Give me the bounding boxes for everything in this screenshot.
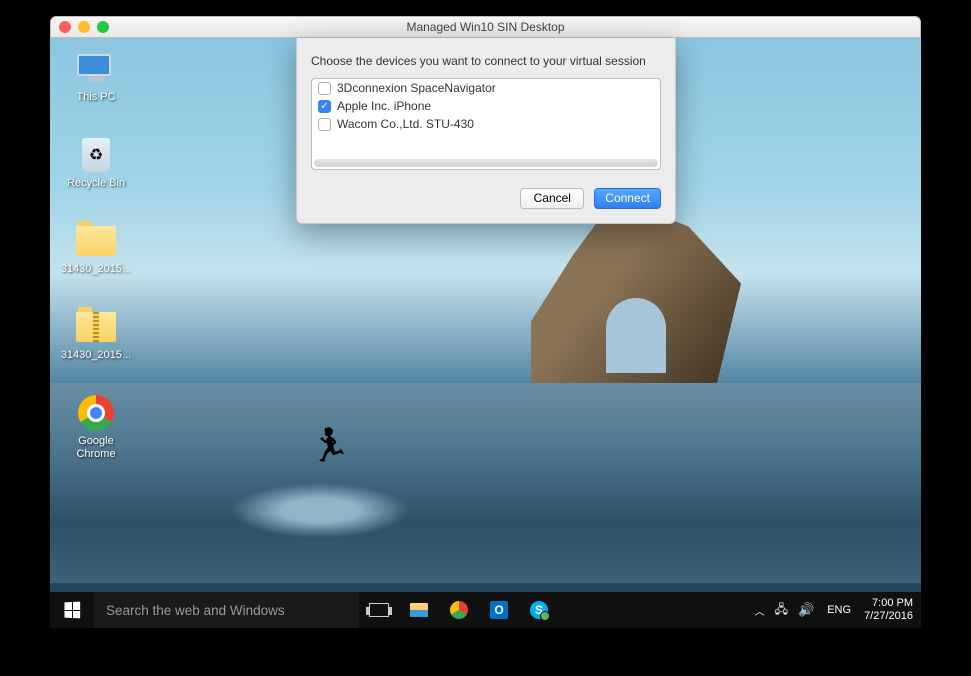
device-row[interactable]: 3Dconnexion SpaceNavigator xyxy=(312,79,660,97)
desktop-icon-grid: This PC ♻ Recycle Bin 31430_2015... 3143… xyxy=(58,50,134,480)
device-row[interactable]: Wacom Co.,Ltd. STU-430 xyxy=(312,115,660,133)
horizontal-scrollbar[interactable] xyxy=(314,159,658,167)
dialog-button-row: Cancel Connect xyxy=(311,188,661,209)
computer-icon xyxy=(76,50,116,88)
cortana-search-box[interactable]: Search the web and Windows xyxy=(94,592,359,628)
date-label: 7/27/2016 xyxy=(864,610,913,623)
device-connection-dialog: Choose the devices you want to connect t… xyxy=(296,38,676,224)
clock[interactable]: 7:00 PM 7/27/2016 xyxy=(864,597,913,623)
folder-icon xyxy=(76,222,116,260)
outlook-icon: O xyxy=(490,601,508,619)
skype-taskbar-button[interactable]: S xyxy=(519,592,559,628)
system-tray: ︿ 🖧 🔊 ENG 7:00 PM 7/27/2016 xyxy=(755,597,921,623)
connect-button[interactable]: Connect xyxy=(594,188,661,209)
wallpaper-beach xyxy=(50,383,921,583)
checkbox-icon[interactable] xyxy=(318,82,331,95)
start-button[interactable] xyxy=(50,592,94,628)
device-list[interactable]: 3Dconnexion SpaceNavigator ✓ Apple Inc. … xyxy=(311,78,661,170)
file-explorer-button[interactable] xyxy=(399,592,439,628)
checkbox-icon[interactable]: ✓ xyxy=(318,100,331,113)
time-label: 7:00 PM xyxy=(864,597,913,610)
this-pc-icon[interactable]: This PC xyxy=(58,50,134,122)
skype-icon: S xyxy=(530,601,548,619)
task-view-button[interactable] xyxy=(359,592,399,628)
recycle-bin-icon[interactable]: ♻ Recycle Bin xyxy=(58,136,134,208)
search-placeholder: Search the web and Windows xyxy=(106,603,285,618)
network-icon[interactable]: 🖧 xyxy=(775,600,788,621)
zip-folder-icon xyxy=(76,308,116,346)
language-indicator[interactable]: ENG xyxy=(824,604,854,616)
folder-2-icon[interactable]: 31430_2015... xyxy=(58,308,134,380)
dialog-prompt: Choose the devices you want to connect t… xyxy=(311,54,661,68)
icon-label: This PC xyxy=(76,91,115,104)
tray-overflow-icon[interactable]: ︿ xyxy=(755,603,765,618)
chrome-shortcut-icon[interactable]: Google Chrome xyxy=(58,394,134,466)
trash-icon: ♻ xyxy=(76,136,116,174)
device-row[interactable]: ✓ Apple Inc. iPhone xyxy=(312,97,660,115)
device-name: 3Dconnexion SpaceNavigator xyxy=(337,81,496,95)
window-title: Managed Win10 SIN Desktop xyxy=(51,20,920,34)
wallpaper-runner xyxy=(310,426,340,466)
windows-logo-icon xyxy=(64,602,80,619)
mac-window-titlebar: Managed Win10 SIN Desktop xyxy=(50,16,921,38)
chrome-icon xyxy=(76,394,116,432)
checkbox-icon[interactable] xyxy=(318,118,331,131)
chrome-taskbar-button[interactable] xyxy=(439,592,479,628)
file-explorer-icon xyxy=(410,603,428,617)
icon-label: Recycle Bin xyxy=(67,177,125,190)
cancel-button[interactable]: Cancel xyxy=(520,188,584,209)
volume-icon[interactable]: 🔊 xyxy=(798,602,814,618)
wallpaper-arch xyxy=(606,298,666,373)
folder-1-icon[interactable]: 31430_2015... xyxy=(58,222,134,294)
device-name: Wacom Co.,Ltd. STU-430 xyxy=(337,117,474,131)
wallpaper-reflection xyxy=(230,483,410,538)
outlook-taskbar-button[interactable]: O xyxy=(479,592,519,628)
device-name: Apple Inc. iPhone xyxy=(337,99,431,113)
windows-taskbar: Search the web and Windows O S ︿ 🖧 🔊 ENG… xyxy=(50,592,921,628)
icon-label: 31430_2015... xyxy=(61,263,131,276)
icon-label: Google Chrome xyxy=(58,435,134,461)
chrome-icon xyxy=(450,601,468,619)
icon-label: 31430_2015... xyxy=(61,349,131,362)
taskview-icon xyxy=(369,603,389,617)
